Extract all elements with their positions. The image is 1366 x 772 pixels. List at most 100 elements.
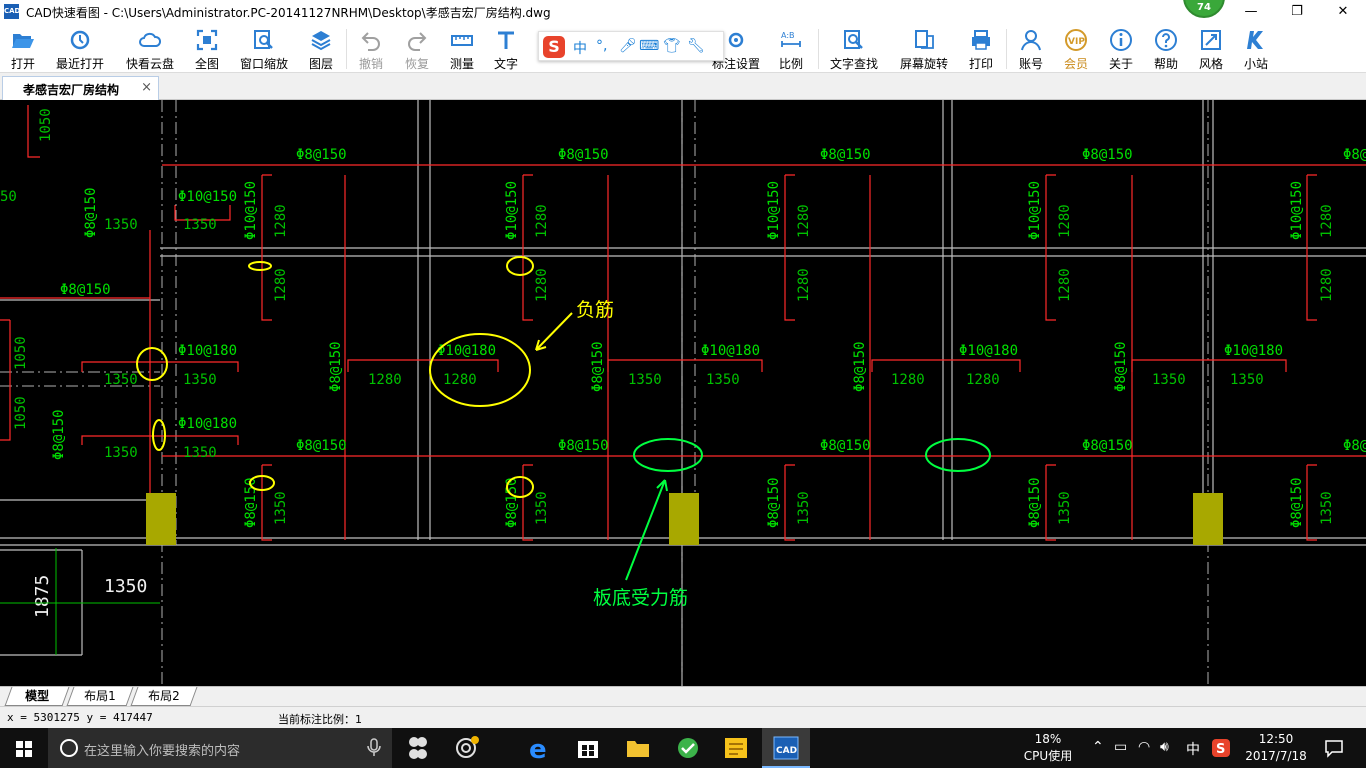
tab-layout2[interactable]: 布局2: [130, 687, 198, 706]
dimension-label: 1050: [13, 336, 29, 370]
rebar-label: Φ8@150: [1082, 438, 1133, 454]
score-badge[interactable]: 74: [1183, 0, 1225, 18]
redo-button[interactable]: 恢复: [398, 26, 436, 72]
help-icon: [1155, 29, 1177, 51]
wrench-icon[interactable]: 🔧︎: [687, 38, 705, 54]
drawing-canvas[interactable]: Φ8@150 Φ8@150 Φ8@150 Φ8@150 Φ8@150 Φ8@15…: [0, 100, 1366, 686]
dimension-label: 1280: [796, 204, 812, 238]
tab-model[interactable]: 模型: [4, 687, 70, 706]
rebar-label: Φ8@150: [51, 409, 67, 460]
dimension-label: 1280: [273, 204, 289, 238]
dimension-label: 1350: [796, 491, 812, 525]
taskbar-app-360-browser[interactable]: [664, 728, 712, 768]
recent-open-button[interactable]: 最近打开: [52, 26, 108, 72]
wifi-icon[interactable]: ◠: [1138, 739, 1150, 755]
scale-button[interactable]: A:B 比例: [772, 26, 810, 72]
volume-icon[interactable]: 🔊︎: [1160, 739, 1169, 755]
rebar-label: Φ10@150: [178, 189, 237, 205]
dimension-label: 1350: [183, 372, 217, 388]
measure-button[interactable]: 测量: [444, 26, 480, 72]
taskbar-app-store[interactable]: [564, 728, 612, 768]
dimension-label: 1350: [1152, 372, 1186, 388]
ime-indicator[interactable]: 中: [1186, 739, 1200, 759]
rebar-label: Φ10@180: [437, 343, 496, 359]
ime-punct[interactable]: °,: [596, 38, 607, 54]
start-button[interactable]: [0, 728, 48, 768]
layers-button[interactable]: 图层: [302, 26, 340, 72]
dimension-label: 1280: [443, 372, 477, 388]
account-button[interactable]: 账号: [1012, 26, 1050, 72]
scale-icon: A:B: [781, 31, 801, 47]
close-tab-icon[interactable]: ×: [141, 80, 152, 95]
notification-icon[interactable]: [1324, 738, 1344, 758]
rebar-label: Φ8@150: [83, 187, 99, 238]
clock[interactable]: 12:50 2017/7/18: [1240, 731, 1312, 765]
vip-button[interactable]: VIP 会员: [1057, 26, 1095, 72]
rebar-label: Φ8@150: [766, 477, 782, 528]
dimension-label: 1350: [1057, 491, 1073, 525]
dimension-label: 1350: [1319, 491, 1335, 525]
taskbar-search[interactable]: 在这里输入你要搜索的内容: [48, 728, 392, 768]
title-bar: CAD CAD快速看图 - C:\Users\Administrator.PC-…: [0, 0, 1366, 23]
ime-mode[interactable]: 中: [573, 38, 587, 58]
cad-app-icon: CAD: [773, 736, 799, 760]
sogou-tray-icon[interactable]: S: [1212, 739, 1230, 757]
taskbar-app-edge[interactable]: e: [516, 728, 564, 768]
k-station-button[interactable]: 小站: [1237, 26, 1275, 72]
help-button[interactable]: 帮助: [1147, 26, 1185, 72]
rotate-screen-button[interactable]: 屏幕旋转: [896, 26, 952, 72]
minimize-button[interactable]: —: [1228, 0, 1274, 23]
cortana-icon: [60, 739, 78, 757]
dimension-label: 1280: [273, 268, 289, 302]
text-button[interactable]: 文字: [488, 26, 524, 72]
taskbar-app-360[interactable]: [442, 728, 490, 768]
rebar-label: Φ8@150: [820, 147, 871, 163]
close-button[interactable]: ✕: [1320, 0, 1366, 23]
taskbar-app-notes[interactable]: [712, 728, 760, 768]
fit-all-button[interactable]: 全图: [188, 26, 226, 72]
zoom-window-button[interactable]: 窗口缩放: [236, 26, 292, 72]
open-button[interactable]: 打开: [2, 26, 44, 72]
rebar-label: Φ10@180: [1224, 343, 1283, 359]
dimension-label: 50: [0, 189, 17, 205]
maximize-button[interactable]: ❐: [1274, 0, 1320, 23]
document-tab[interactable]: 孝感吉宏厂房结构 ×: [2, 76, 159, 100]
task-view-button[interactable]: [394, 728, 442, 768]
battery-icon[interactable]: ▭: [1114, 739, 1127, 755]
rebar-label: Φ10@180: [178, 416, 237, 432]
annotation-scale: 当前标注比例：1: [278, 713, 362, 726]
cpu-usage[interactable]: 18% CPU使用: [1018, 731, 1078, 765]
keyboard-icon[interactable]: ⌨: [639, 38, 659, 54]
style-button[interactable]: 风格: [1192, 26, 1230, 72]
cloud-icon: [139, 32, 162, 47]
rotate-screen-icon: [915, 30, 934, 49]
print-button[interactable]: 打印: [962, 26, 1000, 72]
svg-text:S: S: [1216, 742, 1225, 757]
dimension-label: 1350: [104, 217, 138, 233]
rebar-label: Φ8@150: [1113, 341, 1129, 392]
dimension-label: 1280: [796, 268, 812, 302]
rebar-label: Φ10@180: [178, 343, 237, 359]
zoom-window-icon: [254, 30, 273, 49]
dimension-label: 1280: [966, 372, 1000, 388]
taskbar-app-cad[interactable]: CAD: [762, 728, 810, 768]
skin-icon[interactable]: 👕︎: [663, 38, 681, 54]
dimension-label: 1350: [534, 491, 550, 525]
status-bar: x = 5301275 y = 417447 当前标注比例：1: [0, 706, 1366, 728]
microphone-icon[interactable]: [364, 728, 384, 768]
taskbar-app-explorer[interactable]: [614, 728, 662, 768]
tab-layout1[interactable]: 布局1: [66, 687, 134, 706]
rebar-label: Φ8@150: [558, 147, 609, 163]
rebar-label: Φ10@150: [766, 181, 782, 240]
dimension-label: 1350: [183, 445, 217, 461]
svg-text:CAD: CAD: [776, 746, 797, 756]
chevron-up-icon[interactable]: ⌃: [1092, 739, 1104, 755]
about-button[interactable]: 关于: [1102, 26, 1140, 72]
rebar-label: Φ10@150: [243, 181, 259, 240]
cloud-drive-button[interactable]: 快看云盘: [122, 26, 178, 72]
microphone-icon[interactable]: 🎤︎: [619, 38, 637, 54]
ime-toolbar[interactable]: S 中 °, 🎤︎ ⌨ 👕︎ 🔧︎: [538, 31, 724, 61]
green-browser-icon: [678, 738, 698, 758]
undo-button[interactable]: 撤销: [352, 26, 390, 72]
text-search-button[interactable]: 文字查找: [826, 26, 882, 72]
